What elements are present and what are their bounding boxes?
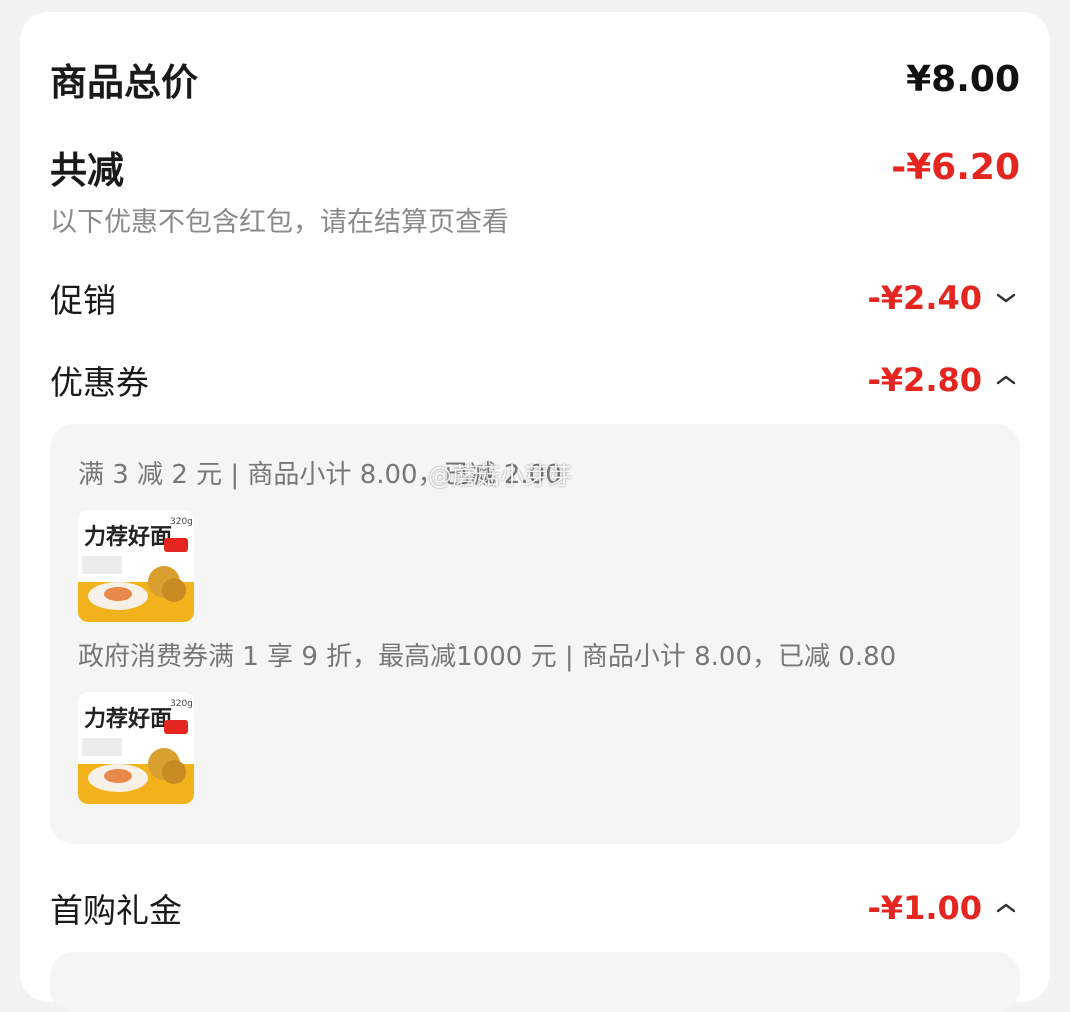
discount-detail-card: 商品总价 ¥8.00 共减 -¥6.20 以下优惠不包含红包，请在结算页查看 促… <box>20 12 1050 1012</box>
coupon-value: -¥2.80 <box>867 361 983 399</box>
product-image: 力荐好面 320g <box>78 692 194 804</box>
first-purchase-value: -¥1.00 <box>867 889 983 927</box>
product-image: 力荐好面 320g <box>78 510 194 622</box>
total-discount-row: 共减 -¥6.20 <box>50 140 1020 194</box>
product-brand-text: 力荐好面 <box>84 706 172 732</box>
first-purchase-row[interactable]: 首购礼金 -¥1.00 <box>50 884 1020 932</box>
coupon-detail-line: 政府消费券满 1 享 9 折，最高减1000 元 | 商品小计 8.00，已减 … <box>78 642 897 672</box>
product-weight: 320g <box>170 699 193 709</box>
product-weight: 320g <box>170 517 193 527</box>
first-purchase-detail-panel <box>50 952 1020 1012</box>
product-brand-text: 力荐好面 <box>84 524 172 550</box>
promotion-value: -¥2.40 <box>867 279 983 317</box>
product-thumbnail[interactable]: 力荐好面 320g <box>78 510 194 622</box>
goods-total-row: 商品总价 ¥8.00 <box>50 52 1020 106</box>
first-purchase-value-wrap: -¥1.00 <box>868 889 1021 927</box>
total-discount-label: 共减 <box>50 149 124 192</box>
chevron-up-icon[interactable] <box>992 898 1020 918</box>
discount-note: 以下优惠不包含红包，请在结算页查看 <box>50 207 509 238</box>
promotion-value-wrap: -¥2.40 <box>868 279 1021 317</box>
coupon-value-wrap: -¥2.80 <box>868 361 1021 399</box>
coupon-label: 优惠券 <box>50 363 149 402</box>
chevron-up-icon[interactable] <box>992 370 1020 390</box>
first-purchase-label: 首购礼金 <box>50 891 182 930</box>
goods-total-value: ¥8.00 <box>906 58 1020 100</box>
chevron-down-icon[interactable] <box>992 288 1020 308</box>
promotion-label: 促销 <box>50 281 116 320</box>
watermark: @蘑菇小芽芽 <box>428 462 572 490</box>
total-discount-value: -¥6.20 <box>891 146 1020 188</box>
goods-total-label: 商品总价 <box>50 61 198 104</box>
promotion-row[interactable]: 促销 -¥2.40 <box>50 274 1020 322</box>
product-thumbnail[interactable]: 力荐好面 320g <box>78 692 194 804</box>
coupon-row[interactable]: 优惠券 -¥2.80 <box>50 356 1020 404</box>
